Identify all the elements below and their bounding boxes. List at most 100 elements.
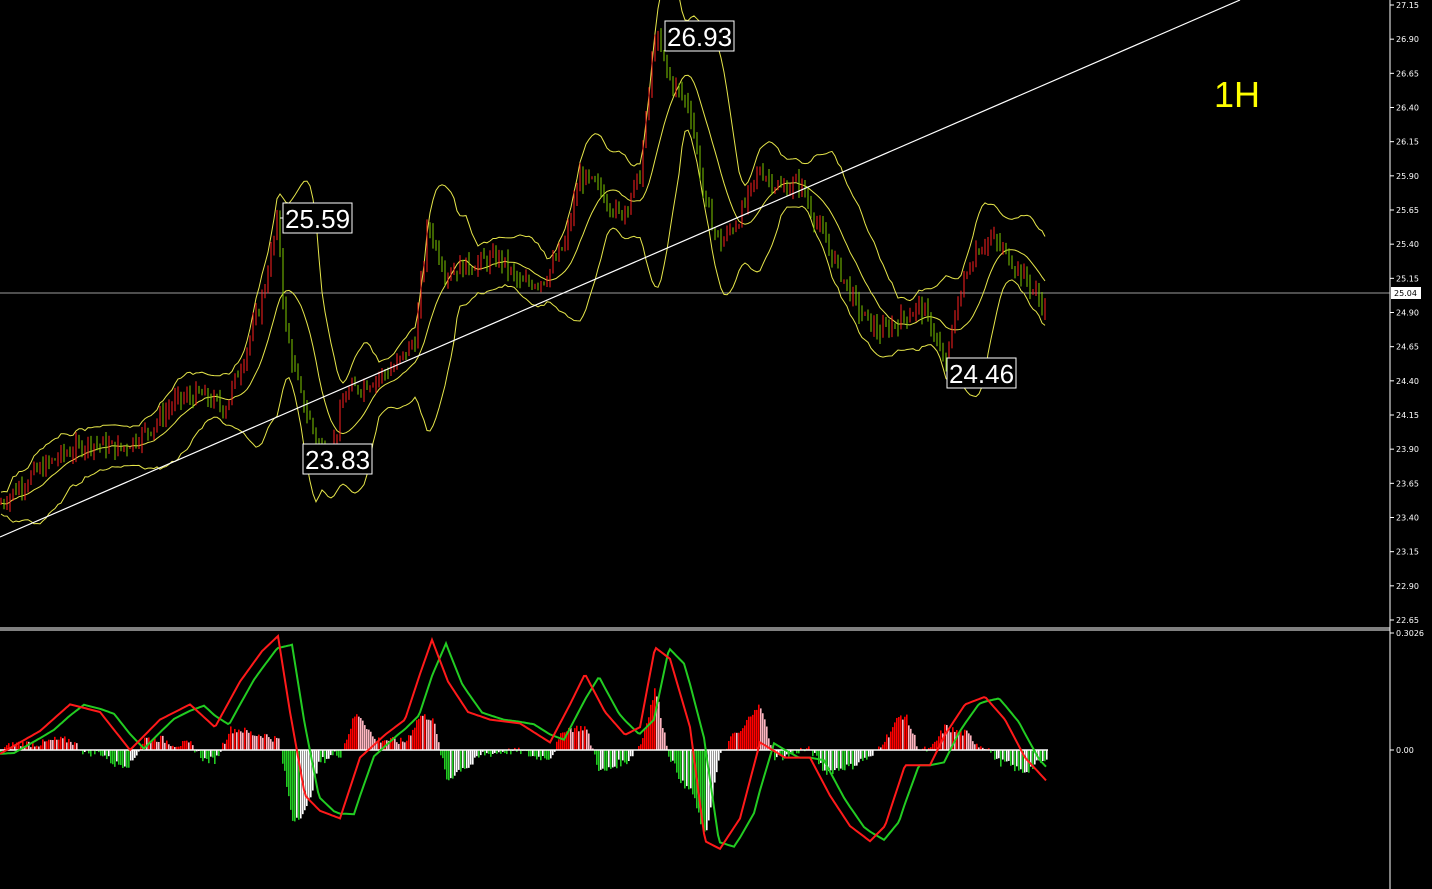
histogram-bar-negative	[612, 750, 614, 768]
histogram-bar-positive	[976, 743, 978, 750]
histogram-bar-negative	[542, 750, 544, 756]
histogram-bar-positive	[182, 741, 184, 750]
histogram-bar-positive	[394, 738, 396, 750]
histogram-bar-positive	[902, 719, 904, 750]
histogram-bar-positive	[886, 734, 888, 750]
histogram-bar-negative	[470, 750, 472, 765]
histogram-bar-positive	[750, 716, 752, 750]
histogram-bar-negative	[292, 750, 294, 821]
histogram-bar-negative	[288, 750, 290, 797]
histogram-bar-positive	[222, 742, 224, 750]
histogram-bar-positive	[160, 735, 162, 750]
histogram-bar-negative	[322, 750, 324, 758]
histogram-bar-negative	[104, 750, 106, 756]
histogram-bar-negative	[690, 750, 692, 789]
histogram-bar-negative	[704, 750, 706, 832]
histogram-bar-positive	[732, 733, 734, 750]
histogram-bar-negative	[552, 750, 554, 756]
histogram-bar-negative	[110, 750, 112, 764]
price-tick-label: 24.15	[1396, 411, 1419, 420]
histogram-bar-positive	[432, 718, 434, 750]
histogram-bar-negative	[456, 750, 458, 773]
histogram-bar-positive	[408, 735, 410, 750]
histogram-bar-positive	[162, 735, 164, 750]
histogram-bar-negative	[528, 750, 530, 757]
histogram-bar-negative	[674, 750, 676, 764]
histogram-bar-positive	[254, 735, 256, 750]
histogram-bar-negative	[632, 750, 634, 757]
histogram-bar-negative	[476, 750, 478, 757]
histogram-bar-positive	[644, 729, 646, 750]
histogram-bar-negative	[1012, 750, 1014, 765]
histogram-bar-positive	[396, 742, 398, 750]
histogram-bar-negative	[290, 750, 292, 810]
histogram-bar-negative	[1016, 750, 1018, 767]
histogram-bar-positive	[968, 733, 970, 750]
histogram-bar-negative	[466, 750, 468, 769]
histogram-bar-positive	[230, 726, 232, 750]
histogram-bar-positive	[570, 728, 572, 750]
histogram-bar-negative	[326, 750, 328, 759]
histogram-bar-positive	[964, 729, 966, 750]
histogram-bar-positive	[888, 737, 890, 750]
histogram-bar-positive	[962, 735, 964, 750]
histogram-bar-negative	[868, 750, 870, 757]
histogram-bar-negative	[608, 750, 610, 768]
histogram-bar-negative	[682, 750, 684, 781]
histogram-bar-negative	[474, 750, 476, 758]
histogram-bar-positive	[48, 739, 50, 750]
histogram-bar-positive	[62, 738, 64, 750]
price-tick-label: 23.90	[1396, 445, 1419, 454]
histogram-bar-positive	[400, 737, 402, 750]
histogram-bar-negative	[448, 750, 450, 781]
histogram-bar-positive	[184, 740, 186, 750]
high-label-2: 26.93	[664, 20, 735, 52]
histogram-bar-negative	[1000, 750, 1002, 767]
histogram-bar-positive	[424, 714, 426, 750]
histogram-bar-positive	[348, 734, 350, 750]
histogram-bar-positive	[68, 738, 70, 750]
histogram-bar-positive	[652, 700, 654, 750]
histogram-bar-negative	[442, 750, 444, 759]
histogram-bar-positive	[896, 717, 898, 750]
histogram-bar-negative	[846, 750, 848, 765]
histogram-bar-positive	[582, 730, 584, 750]
histogram-bar-positive	[74, 742, 76, 750]
histogram-bar-negative	[106, 750, 108, 760]
histogram-bar-negative	[1010, 750, 1012, 766]
high-label-2-text: 26.93	[667, 22, 732, 52]
price-tick-label: 25.15	[1396, 274, 1419, 283]
histogram-bar-negative	[134, 750, 136, 758]
histogram-bar-negative	[124, 750, 126, 767]
histogram-bar-negative	[598, 750, 600, 771]
histogram-bar-positive	[260, 736, 262, 750]
histogram-bar-positive	[270, 739, 272, 750]
histogram-bar-positive	[932, 743, 934, 750]
histogram-bar-negative	[616, 750, 618, 769]
histogram-bar-positive	[658, 701, 660, 750]
histogram-bar-negative	[468, 750, 470, 768]
histogram-bar-positive	[884, 741, 886, 750]
histogram-bar-negative	[680, 750, 682, 784]
histogram-bar-negative	[830, 750, 832, 771]
histogram-bar-positive	[402, 741, 404, 750]
histogram-bar-positive	[166, 740, 168, 750]
histogram-bar-positive	[556, 741, 558, 750]
histogram-bar-positive	[892, 727, 894, 750]
histogram-bar-positive	[650, 704, 652, 750]
histogram-bar-positive	[428, 719, 430, 750]
histogram-bar-negative	[130, 750, 132, 761]
histogram-bar-positive	[730, 736, 732, 750]
histogram-bar-negative	[1008, 750, 1010, 761]
histogram-bar-positive	[890, 731, 892, 750]
histogram-bar-negative	[546, 750, 548, 760]
histogram-bar-positive	[156, 741, 158, 750]
histogram-bar-negative	[444, 750, 446, 770]
histogram-bar-positive	[224, 743, 226, 750]
histogram-bar-positive	[642, 738, 644, 750]
histogram-bar-positive	[558, 739, 560, 750]
histogram-bar-negative	[328, 750, 330, 759]
price-tick-label: 24.90	[1396, 309, 1419, 318]
histogram-bar-negative	[834, 750, 836, 771]
histogram-bar-negative	[718, 750, 720, 761]
